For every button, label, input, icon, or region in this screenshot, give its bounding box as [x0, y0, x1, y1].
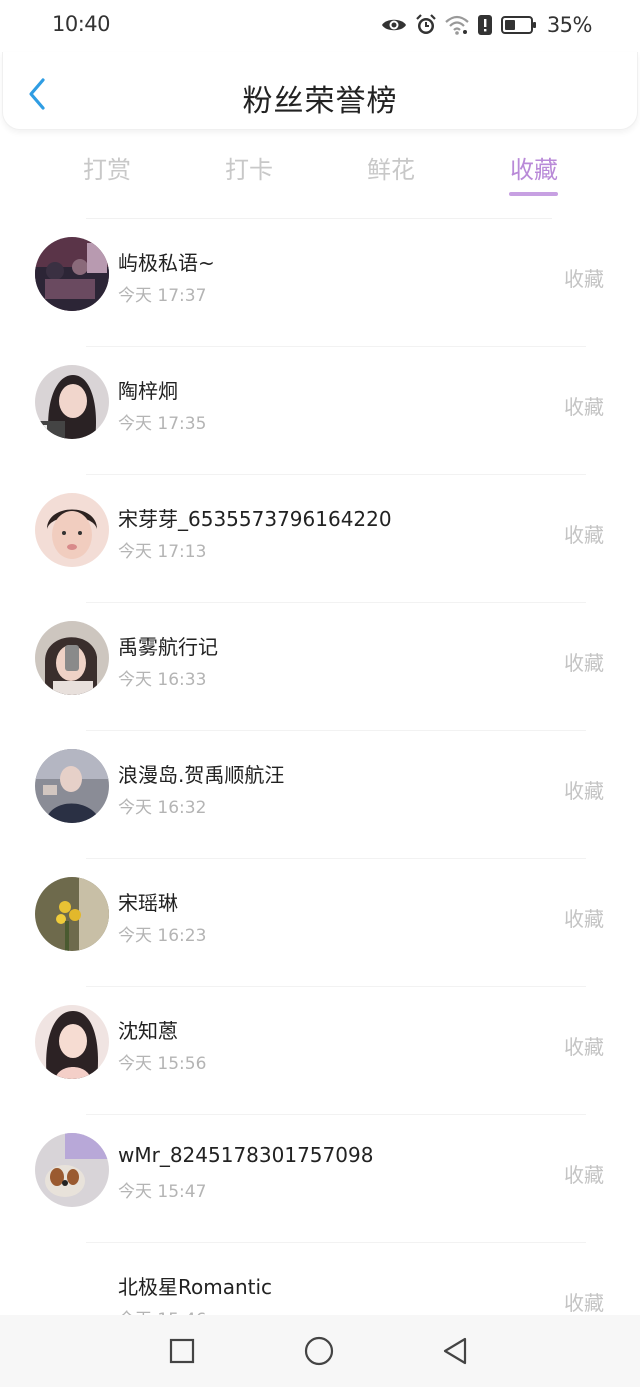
system-nav-bar [0, 1315, 640, 1387]
user-name: 屿极私语~ [118, 251, 215, 275]
status-bar: 10:40 35% [0, 0, 640, 52]
user-name: 陶梓炯 [118, 379, 178, 403]
user-name: 宋瑶琳 [118, 891, 178, 915]
user-time: 今天 17:35 [118, 414, 207, 434]
recents-button[interactable] [166, 1335, 198, 1367]
tab-favorites[interactable]: 收藏 [464, 150, 604, 185]
list-item[interactable]: 禹雾航行记 今天 16:33 收藏 [0, 604, 640, 732]
user-name: 宋芽芽_6535573796164220 [118, 507, 392, 531]
avatar[interactable] [35, 1133, 109, 1207]
home-circle-icon [304, 1336, 334, 1366]
list-item[interactable]: 浪漫岛.贺禹顺航汪 今天 16:32 收藏 [0, 732, 640, 860]
tab-reward[interactable]: 打赏 [37, 150, 177, 185]
page-title: 粉丝荣誉榜 [242, 84, 398, 119]
tab-flowers[interactable]: 鲜花 [321, 150, 461, 185]
list-item[interactable]: 屿极私语~ 今天 17:37 收藏 [0, 220, 640, 348]
header: 粉丝荣誉榜 [2, 52, 638, 130]
favorite-label: 收藏 [564, 395, 604, 419]
back-triangle-icon [443, 1337, 467, 1365]
divider [86, 218, 552, 219]
user-time: 今天 16:33 [118, 670, 207, 690]
user-time: 今天 17:37 [118, 286, 207, 306]
avatar[interactable] [35, 877, 109, 951]
status-time: 10:40 [52, 12, 111, 36]
divider [86, 474, 586, 475]
alert-icon [477, 14, 493, 36]
user-time: 今天 16:23 [118, 926, 207, 946]
user-name: 沈知蒽 [118, 1019, 178, 1043]
home-button[interactable] [303, 1335, 335, 1367]
favorite-label: 收藏 [564, 267, 604, 291]
user-name: wMr_8245178301757098 [118, 1143, 374, 1167]
avatar[interactable] [35, 365, 109, 439]
list-item[interactable]: 沈知蒽 今天 15:56 收藏 [0, 988, 640, 1116]
tab-checkin[interactable]: 打卡 [179, 150, 319, 185]
favorite-label: 收藏 [564, 651, 604, 675]
favorite-label: 收藏 [564, 523, 604, 547]
list-item[interactable]: 宋瑶琳 今天 16:23 收藏 [0, 860, 640, 988]
user-time: 今天 15:56 [118, 1054, 207, 1074]
avatar[interactable] [35, 749, 109, 823]
divider [86, 1242, 586, 1243]
user-time: 今天 16:32 [118, 798, 207, 818]
avatar[interactable] [35, 237, 109, 311]
divider [86, 986, 586, 987]
user-time: 今天 15:47 [118, 1182, 207, 1202]
divider [86, 602, 586, 603]
favorite-label: 收藏 [564, 907, 604, 931]
user-name: 禹雾航行记 [118, 635, 218, 659]
avatar[interactable] [35, 1005, 109, 1079]
favorite-label: 收藏 [564, 1035, 604, 1059]
divider [86, 730, 586, 731]
alarm-icon [415, 14, 437, 36]
favorite-label: 收藏 [564, 779, 604, 803]
active-tab-indicator [509, 192, 558, 196]
list-item[interactable]: wMr_8245178301757098 今天 15:47 收藏 [0, 1116, 640, 1244]
list-item[interactable]: 宋芽芽_6535573796164220 今天 17:13 收藏 [0, 476, 640, 604]
favorite-label: 收藏 [564, 1291, 604, 1315]
divider [86, 858, 586, 859]
avatar[interactable] [35, 621, 109, 695]
favorite-label: 收藏 [564, 1163, 604, 1187]
recents-square-icon [169, 1338, 195, 1364]
user-name: 北极星Romantic [118, 1275, 273, 1299]
back-nav-button[interactable] [439, 1335, 471, 1367]
avatar[interactable] [35, 493, 109, 567]
status-icons: 35% [381, 12, 593, 38]
list-item[interactable]: 陶梓炯 今天 17:35 收藏 [0, 348, 640, 476]
user-name: 浪漫岛.贺禹顺航汪 [118, 763, 285, 787]
tab-bar: 打赏 打卡 鲜花 收藏 [0, 140, 640, 202]
battery-icon [500, 15, 537, 35]
battery-percent: 35% [546, 13, 593, 37]
eye-icon [381, 16, 407, 34]
divider [86, 346, 586, 347]
user-time: 今天 17:13 [118, 542, 207, 562]
divider [86, 1114, 586, 1115]
wifi-icon [445, 15, 469, 35]
